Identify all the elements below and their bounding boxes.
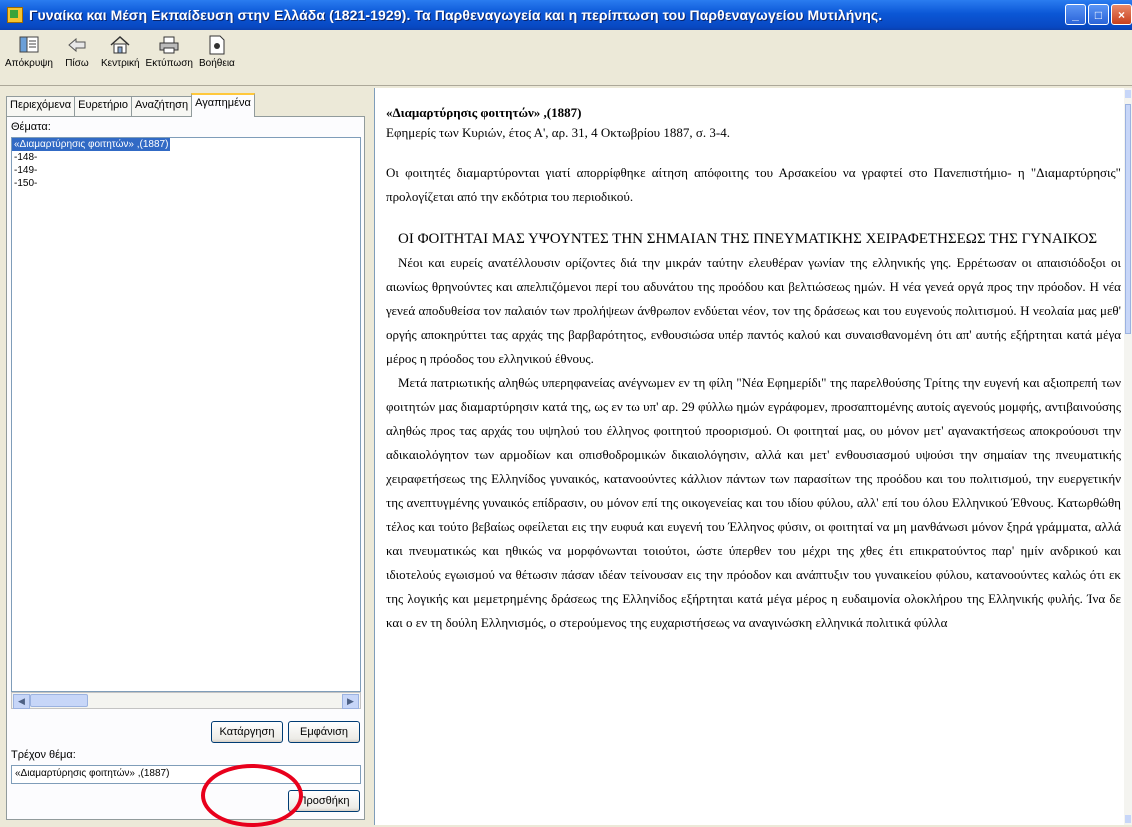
document-heading: «Διαμαρτύρησις φοιτητών» ,(1887)	[386, 105, 582, 120]
tab-contents[interactable]: Περιεχόμενα	[6, 96, 76, 116]
hide-label: Απόκρυψη	[5, 58, 53, 69]
favorites-panel: Θέματα: «Διαμαρτύρησις φοιτητών» ,(1887)…	[6, 116, 365, 820]
window-title: Γυναίκα και Μέση Εκπαίδευση στην Ελλάδα …	[29, 7, 883, 23]
title-bar: Γυναίκα και Μέση Εκπαίδευση στην Ελλάδα …	[0, 0, 1132, 30]
list-item-label[interactable]: «Διαμαρτύρησις φοιτητών» ,(1887)	[12, 138, 171, 151]
home-icon	[108, 34, 132, 56]
print-label: Εκτύπωση	[145, 58, 193, 69]
article-paragraph: Νέοι και ευρείς ανατέλλουσιν ορίζοντες δ…	[386, 255, 1121, 366]
scroll-up-icon[interactable]	[1125, 90, 1131, 98]
add-button[interactable]: Προσθήκη	[288, 790, 360, 812]
back-label: Πίσω	[65, 58, 89, 69]
scroll-left-icon[interactable]: ◀	[13, 694, 30, 709]
print-button[interactable]: Εκτύπωση	[143, 30, 196, 85]
maximize-button[interactable]: □	[1088, 4, 1109, 25]
tab-search[interactable]: Αναζήτηση	[130, 96, 193, 116]
close-button[interactable]: ×	[1111, 4, 1132, 25]
navigation-pane: Περιεχόμενα Ευρετήριο Αναζήτηση Αγαπημέν…	[0, 88, 371, 827]
window-controls: _ □ ×	[1065, 4, 1132, 25]
scroll-right-icon[interactable]: ▶	[342, 694, 359, 709]
list-item[interactable]: «Διαμαρτύρησις φοιτητών» ,(1887)	[12, 138, 360, 151]
hide-icon	[17, 34, 41, 56]
toolbar: Απόκρυψη Πίσω Κεντρική Εκτύπωση Βοήθεια	[0, 30, 1132, 86]
tab-index[interactable]: Ευρετήριο	[74, 96, 132, 116]
scroll-down-icon[interactable]	[1125, 815, 1131, 823]
article-title: ΟΙ ΦΟΙΤΗΤΑΙ ΜΑΣ ΥΨΟΥΝΤΕΣ ΤΗΝ ΣΗΜΑΙΑΝ ΤΗΣ…	[398, 231, 1098, 247]
tab-favorites[interactable]: Αγαπημένα	[191, 93, 255, 117]
scroll-thumb[interactable]	[1125, 104, 1131, 334]
document-source: Εφημερίς των Κυριών, έτος Α', αρ. 31, 4 …	[386, 125, 730, 140]
horizontal-scrollbar[interactable]: ◀ ▶	[11, 692, 361, 709]
topic-content-pane: «Διαμαρτύρησις φοιτητών» ,(1887) Εφημερί…	[374, 88, 1132, 825]
minimize-button[interactable]: _	[1065, 4, 1086, 25]
home-button[interactable]: Κεντρική	[98, 30, 143, 85]
list-item[interactable]: -150-	[12, 177, 360, 190]
back-arrow-icon	[65, 34, 89, 56]
hide-button[interactable]: Απόκρυψη	[2, 30, 56, 85]
list-item[interactable]: -149-	[12, 164, 360, 177]
topics-list[interactable]: «Διαμαρτύρησις φοιτητών» ,(1887) -148- -…	[11, 137, 361, 692]
help-label: Βοήθεια	[199, 58, 235, 69]
document-summary: Οι φοιτητές διαμαρτύρονται γιατί απορρίφ…	[386, 165, 1121, 204]
document-body: «Διαμαρτύρησις φοιτητών» ,(1887) Εφημερί…	[386, 102, 1121, 635]
app-icon	[7, 7, 23, 23]
remove-button[interactable]: Κατάργηση	[211, 721, 283, 743]
navigation-tabs: Περιεχόμενα Ευρετήριο Αναζήτηση Αγαπημέν…	[6, 93, 255, 117]
printer-icon	[157, 34, 181, 56]
list-item[interactable]: -148-	[12, 151, 360, 164]
home-label: Κεντρική	[100, 58, 140, 69]
scroll-thumb[interactable]	[30, 694, 88, 707]
vertical-scrollbar[interactable]	[1124, 88, 1132, 825]
help-button[interactable]: Βοήθεια	[196, 30, 238, 85]
topics-label: Θέματα:	[11, 121, 51, 133]
current-topic-input[interactable]: «Διαμαρτύρησις φοιτητών» ,(1887)	[11, 765, 361, 784]
help-icon	[205, 34, 229, 56]
show-button[interactable]: Εμφάνιση	[288, 721, 360, 743]
current-topic-label: Τρέχον θέμα:	[11, 749, 76, 761]
article-paragraph: Μετά πατριωτικής αληθώς υπερηφανείας ανέ…	[386, 375, 1121, 630]
back-button[interactable]: Πίσω	[56, 30, 98, 85]
